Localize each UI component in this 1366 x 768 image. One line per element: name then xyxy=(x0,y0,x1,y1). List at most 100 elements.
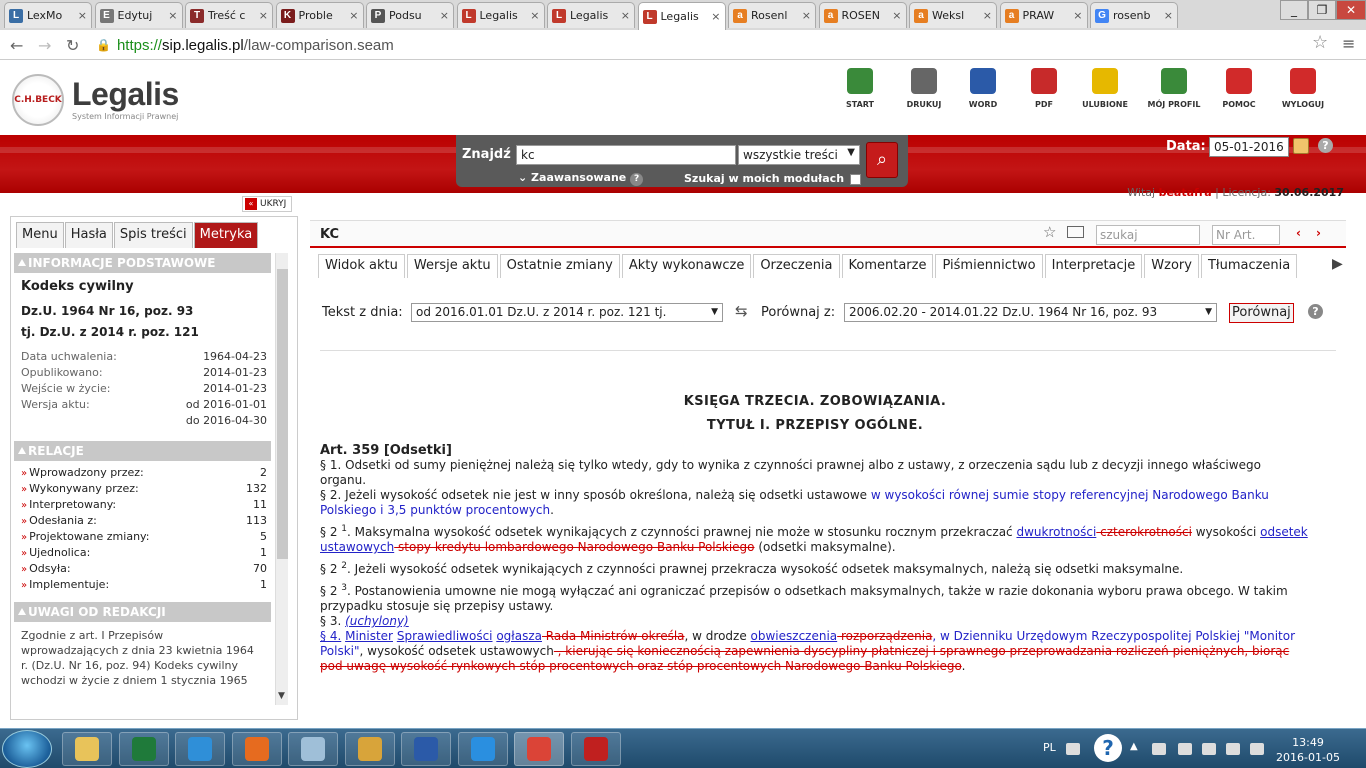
legalis-logo[interactable]: C.H.BECK Legalis System Informacji Prawn… xyxy=(12,72,212,130)
relation-item[interactable]: Implementuje: 1 xyxy=(14,577,271,593)
close-tab-icon[interactable]: × xyxy=(621,9,630,22)
browser-menu-icon[interactable]: ≡ xyxy=(1342,34,1355,53)
taskbar-app-word-doc[interactable] xyxy=(401,732,451,766)
compare-button[interactable]: Porównaj xyxy=(1229,303,1294,323)
windows-flag-icon[interactable] xyxy=(1152,743,1166,755)
article-number-input[interactable]: Nr Art. xyxy=(1212,225,1280,245)
search-scope-select[interactable]: wszystkie treści ▼ xyxy=(738,145,860,165)
close-tab-icon[interactable]: × xyxy=(711,10,720,23)
sidebar-tab[interactable]: Spis treści xyxy=(113,222,193,248)
compare-with-select[interactable]: 2006.02.20 - 2014.01.22 Dz.U. 1964 Nr 16… xyxy=(844,303,1217,322)
p4-num[interactable]: § 4. xyxy=(320,629,341,643)
act-tab[interactable]: Piśmiennictwo xyxy=(935,254,1043,278)
search-button[interactable]: ⌕ xyxy=(866,142,898,178)
help-icon[interactable]: ? xyxy=(1308,304,1323,319)
p3-repealed-link[interactable]: (uchylony) xyxy=(345,614,409,628)
section-header-notes[interactable]: UWAGI OD REDAKCJI xyxy=(14,602,271,622)
close-window-button[interactable]: ✕ xyxy=(1336,0,1366,20)
volume-icon[interactable] xyxy=(1250,743,1264,755)
toolbar-button[interactable]: POMOC xyxy=(1209,68,1269,109)
toolbar-button[interactable]: WORD xyxy=(953,68,1013,109)
next-arrow-icon[interactable]: › xyxy=(1316,226,1321,240)
browser-tab[interactable]: a PRAW × xyxy=(999,2,1088,28)
close-tab-icon[interactable]: × xyxy=(530,9,539,22)
action-center-icon[interactable] xyxy=(1226,743,1240,755)
keyboard-icon[interactable] xyxy=(1066,743,1080,755)
taskbar-app-chrome[interactable] xyxy=(514,732,564,766)
act-tab[interactable]: Akty wykonawcze xyxy=(621,254,752,278)
browser-tab[interactable]: P Podsu × xyxy=(366,2,454,28)
act-tab[interactable]: Ostatnie zmiany xyxy=(499,254,620,278)
p4-added-announces[interactable]: ogłasza xyxy=(496,629,542,643)
toolbar-button[interactable]: DRUKUJ xyxy=(894,68,954,109)
help-icon[interactable]: ? xyxy=(630,173,644,186)
close-tab-icon[interactable]: × xyxy=(440,9,449,22)
calendar-icon[interactable] xyxy=(1293,138,1309,154)
forward-icon[interactable]: → xyxy=(38,36,51,55)
swap-icon[interactable]: ⇆ xyxy=(735,302,748,320)
search-input[interactable]: kc xyxy=(516,145,736,165)
taskbar-app-acrobat[interactable] xyxy=(570,732,621,766)
toolbar-button[interactable]: PDF xyxy=(1014,68,1074,109)
browser-tab[interactable]: T Treść c × xyxy=(185,2,273,28)
tray-expand-icon[interactable]: ▲ xyxy=(1130,741,1138,752)
favorite-star-icon[interactable]: ☆ xyxy=(1043,223,1056,241)
tabs-scroll-right-icon[interactable]: ▶ xyxy=(1332,256,1343,272)
close-tab-icon[interactable]: × xyxy=(1164,9,1173,22)
date-input[interactable]: 05-01-2016 xyxy=(1209,137,1289,157)
back-icon[interactable]: ← xyxy=(10,36,23,55)
relation-item[interactable]: Ujednolica: 1 xyxy=(14,545,271,561)
browser-tab[interactable]: L LexMo × xyxy=(4,2,92,28)
url-field[interactable]: 🔒 https:// sip.legalis.pl /law-compariso… xyxy=(96,34,1336,56)
relation-item[interactable]: Wprowadzony przez: 2 xyxy=(14,465,271,481)
toolbar-button[interactable]: MÓJ PROFIL xyxy=(1144,68,1204,109)
act-tab[interactable]: Widok aktu xyxy=(318,254,405,278)
help-icon[interactable]: ? xyxy=(1094,734,1122,762)
text-from-select[interactable]: od 2016.01.01 Dz.U. z 2014 r. poz. 121 t… xyxy=(411,303,723,322)
taskbar-app-explorer[interactable] xyxy=(62,732,112,766)
sidebar-scrollbar[interactable]: ▼ xyxy=(275,253,288,705)
sidebar-tab[interactable]: Metryka xyxy=(193,222,259,248)
p4-added-minister[interactable]: Minister xyxy=(345,629,393,643)
close-tab-icon[interactable]: × xyxy=(349,9,358,22)
close-tab-icon[interactable]: × xyxy=(892,9,901,22)
browser-tab[interactable]: a Rosenl × xyxy=(728,2,816,28)
browser-tab[interactable]: L Legalis × xyxy=(456,2,545,28)
in-modules-checkbox[interactable] xyxy=(850,173,862,185)
maximize-button[interactable]: ❐ xyxy=(1308,0,1336,20)
sidebar-tab[interactable]: Hasła xyxy=(64,222,113,248)
act-search-input[interactable]: szukaj xyxy=(1096,225,1200,245)
browser-tab[interactable]: a ROSEN × xyxy=(818,2,907,28)
close-tab-icon[interactable]: × xyxy=(983,9,992,22)
section-header-info[interactable]: INFORMACJE PODSTAWOWE xyxy=(14,253,271,273)
act-tab[interactable]: Interpretacje xyxy=(1044,254,1143,278)
help-icon[interactable]: ? xyxy=(1318,138,1333,153)
prev-arrow-icon[interactable]: ‹ xyxy=(1296,226,1301,240)
start-button[interactable] xyxy=(2,730,52,768)
toolbar-button[interactable]: ULUBIONE xyxy=(1075,68,1135,109)
taskbar-app-network[interactable] xyxy=(175,732,225,766)
close-tab-icon[interactable]: × xyxy=(802,9,811,22)
toolbar-button[interactable]: WYLOGUJ xyxy=(1273,68,1333,109)
network-icon[interactable] xyxy=(1202,743,1216,755)
close-tab-icon[interactable]: × xyxy=(168,9,177,22)
act-tab[interactable]: Wersje aktu xyxy=(406,254,498,278)
act-tab[interactable]: Orzeczenia xyxy=(753,254,840,278)
p4-added-notice[interactable]: obwieszczenia xyxy=(751,629,838,643)
act-tab[interactable]: Tłumaczenia xyxy=(1200,254,1298,278)
browser-tab[interactable]: a Weksl × xyxy=(909,2,997,28)
p4-added-justice[interactable]: Sprawiedliwości xyxy=(397,629,493,643)
minimize-button[interactable]: _ xyxy=(1280,0,1308,20)
reload-icon[interactable]: ↻ xyxy=(66,36,79,55)
browser-tab[interactable]: L Legalis × xyxy=(637,2,726,30)
section-header-relations[interactable]: RELACJE xyxy=(14,441,271,461)
p21-added-link[interactable]: dwukrotności xyxy=(1016,525,1096,539)
browser-tab[interactable]: E Edytuj × xyxy=(94,2,183,28)
close-tab-icon[interactable]: × xyxy=(259,9,268,22)
relation-item[interactable]: Projektowane zmiany: 5 xyxy=(14,529,271,545)
taskbar-app-firefox[interactable] xyxy=(231,732,282,766)
close-tab-icon[interactable]: × xyxy=(1073,9,1082,22)
hide-sidebar-button[interactable]: «UKRYJ xyxy=(242,196,292,212)
bookmark-star-icon[interactable]: ☆ xyxy=(1312,32,1328,53)
tray-app-icon[interactable] xyxy=(1178,743,1192,755)
